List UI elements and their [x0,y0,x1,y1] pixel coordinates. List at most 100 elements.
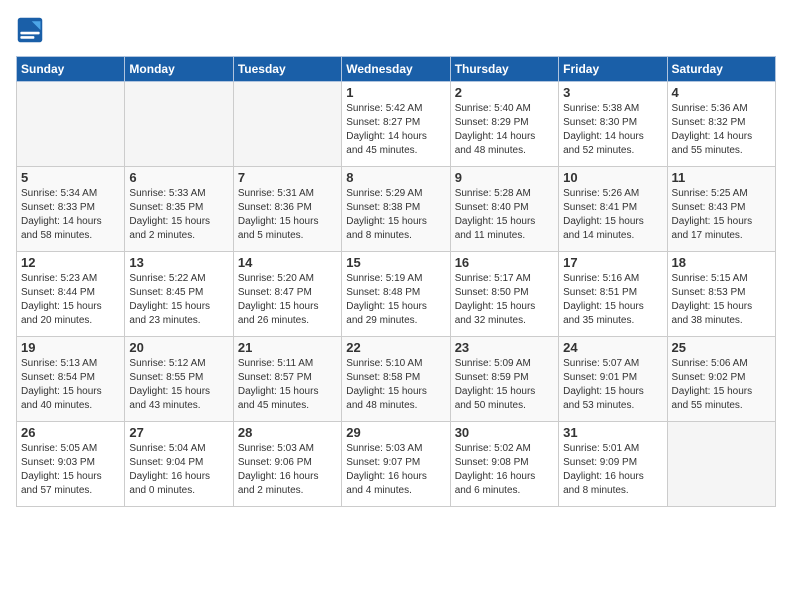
calendar-cell: 24 Sunrise: 5:07 AM Sunset: 9:01 PM Dayli… [559,337,667,422]
calendar-cell: 28 Sunrise: 5:03 AM Sunset: 9:06 PM Dayli… [233,422,341,507]
calendar-cell: 18 Sunrise: 5:15 AM Sunset: 8:53 PM Dayli… [667,252,775,337]
day-number: 30 [455,425,554,440]
calendar-cell: 20 Sunrise: 5:12 AM Sunset: 8:55 PM Dayli… [125,337,233,422]
weekday-header-monday: Monday [125,57,233,82]
day-info: Sunrise: 5:19 AM Sunset: 8:48 PM Dayligh… [346,272,445,328]
calendar-cell: 23 Sunrise: 5:09 AM Sunset: 8:59 PM Dayli… [450,337,558,422]
day-number: 2 [455,85,554,100]
calendar-cell: 21 Sunrise: 5:11 AM Sunset: 8:57 PM Dayli… [233,337,341,422]
calendar-cell: 27Sunrise: 5:04 AM Sunset: 9:04 PM Dayli… [125,422,233,507]
day-number: 20 [129,340,228,355]
day-number: 25 [672,340,771,355]
day-info: Sunrise: 5:12 AM Sunset: 8:55 PM Dayligh… [129,357,228,413]
day-info: Sunrise: 5:29 AM Sunset: 8:38 PM Dayligh… [346,187,445,243]
day-info: Sunrise: 5:03 AM Sunset: 9:07 PM Dayligh… [346,442,445,498]
calendar-cell: 31Sunrise: 5:01 AM Sunset: 9:09 PM Dayli… [559,422,667,507]
day-info: Sunrise: 5:02 AM Sunset: 9:08 PM Dayligh… [455,442,554,498]
day-info: Sunrise: 5:25 AM Sunset: 8:43 PM Dayligh… [672,187,771,243]
week-row-2: 5 Sunrise: 5:34 AM Sunset: 8:33 PM Daylig… [17,167,776,252]
calendar-table: SundayMondayTuesdayWednesdayThursdayFrid… [16,56,776,507]
day-number: 10 [563,170,662,185]
day-number: 12 [21,255,120,270]
day-info: Sunrise: 5:10 AM Sunset: 8:58 PM Dayligh… [346,357,445,413]
day-number: 1 [346,85,445,100]
calendar-cell: 6 Sunrise: 5:33 AM Sunset: 8:35 PM Daylig… [125,167,233,252]
day-number: 22 [346,340,445,355]
day-number: 17 [563,255,662,270]
day-info: Sunrise: 5:26 AM Sunset: 8:41 PM Dayligh… [563,187,662,243]
calendar-cell: 1 Sunrise: 5:42 AM Sunset: 8:27 PM Daylig… [342,82,450,167]
day-number: 4 [672,85,771,100]
calendar-cell: 12Sunrise: 5:23 AM Sunset: 8:44 PM Dayli… [17,252,125,337]
day-info: Sunrise: 5:15 AM Sunset: 8:53 PM Dayligh… [672,272,771,328]
day-number: 16 [455,255,554,270]
calendar-cell [233,82,341,167]
calendar-cell: 9 Sunrise: 5:28 AM Sunset: 8:40 PM Daylig… [450,167,558,252]
day-number: 23 [455,340,554,355]
day-number: 15 [346,255,445,270]
day-info: Sunrise: 5:05 AM Sunset: 9:03 PM Dayligh… [21,442,120,498]
day-info: Sunrise: 5:34 AM Sunset: 8:33 PM Dayligh… [21,187,120,243]
weekday-header-sunday: Sunday [17,57,125,82]
day-number: 9 [455,170,554,185]
day-number: 24 [563,340,662,355]
day-number: 3 [563,85,662,100]
day-info: Sunrise: 5:13 AM Sunset: 8:54 PM Dayligh… [21,357,120,413]
calendar-cell: 19Sunrise: 5:13 AM Sunset: 8:54 PM Dayli… [17,337,125,422]
calendar-cell: 17 Sunrise: 5:16 AM Sunset: 8:51 PM Dayli… [559,252,667,337]
day-info: Sunrise: 5:06 AM Sunset: 9:02 PM Dayligh… [672,357,771,413]
week-row-4: 19Sunrise: 5:13 AM Sunset: 8:54 PM Dayli… [17,337,776,422]
calendar-cell: 29 Sunrise: 5:03 AM Sunset: 9:07 PM Dayli… [342,422,450,507]
calendar-cell: 5 Sunrise: 5:34 AM Sunset: 8:33 PM Daylig… [17,167,125,252]
calendar-cell: 8Sunrise: 5:29 AM Sunset: 8:38 PM Daylig… [342,167,450,252]
day-info: Sunrise: 5:20 AM Sunset: 8:47 PM Dayligh… [238,272,337,328]
calendar-cell: 10 Sunrise: 5:26 AM Sunset: 8:41 PM Dayli… [559,167,667,252]
day-number: 26 [21,425,120,440]
day-info: Sunrise: 5:03 AM Sunset: 9:06 PM Dayligh… [238,442,337,498]
calendar-cell: 11 Sunrise: 5:25 AM Sunset: 8:43 PM Dayli… [667,167,775,252]
day-info: Sunrise: 5:31 AM Sunset: 8:36 PM Dayligh… [238,187,337,243]
day-info: Sunrise: 5:07 AM Sunset: 9:01 PM Dayligh… [563,357,662,413]
day-number: 28 [238,425,337,440]
day-number: 14 [238,255,337,270]
day-info: Sunrise: 5:11 AM Sunset: 8:57 PM Dayligh… [238,357,337,413]
day-info: Sunrise: 5:42 AM Sunset: 8:27 PM Dayligh… [346,102,445,158]
calendar-cell: 30 Sunrise: 5:02 AM Sunset: 9:08 PM Dayli… [450,422,558,507]
day-info: Sunrise: 5:28 AM Sunset: 8:40 PM Dayligh… [455,187,554,243]
week-row-3: 12Sunrise: 5:23 AM Sunset: 8:44 PM Dayli… [17,252,776,337]
calendar-cell: 26 Sunrise: 5:05 AM Sunset: 9:03 PM Dayli… [17,422,125,507]
calendar-cell: 2Sunrise: 5:40 AM Sunset: 8:29 PM Daylig… [450,82,558,167]
day-number: 6 [129,170,228,185]
day-info: Sunrise: 5:04 AM Sunset: 9:04 PM Dayligh… [129,442,228,498]
day-info: Sunrise: 5:38 AM Sunset: 8:30 PM Dayligh… [563,102,662,158]
calendar-cell: 7 Sunrise: 5:31 AM Sunset: 8:36 PM Daylig… [233,167,341,252]
weekday-header-saturday: Saturday [667,57,775,82]
day-info: Sunrise: 5:36 AM Sunset: 8:32 PM Dayligh… [672,102,771,158]
weekday-header-thursday: Thursday [450,57,558,82]
day-number: 31 [563,425,662,440]
calendar-cell: 13Sunrise: 5:22 AM Sunset: 8:45 PM Dayli… [125,252,233,337]
calendar-cell: 4 Sunrise: 5:36 AM Sunset: 8:32 PM Daylig… [667,82,775,167]
calendar-cell: 14 Sunrise: 5:20 AM Sunset: 8:47 PM Dayli… [233,252,341,337]
calendar-cell: 3 Sunrise: 5:38 AM Sunset: 8:30 PM Daylig… [559,82,667,167]
weekday-header-wednesday: Wednesday [342,57,450,82]
day-number: 7 [238,170,337,185]
day-number: 5 [21,170,120,185]
calendar-cell [667,422,775,507]
calendar-cell [17,82,125,167]
day-info: Sunrise: 5:09 AM Sunset: 8:59 PM Dayligh… [455,357,554,413]
calendar-cell: 22 Sunrise: 5:10 AM Sunset: 8:58 PM Dayli… [342,337,450,422]
calendar-cell: 16 Sunrise: 5:17 AM Sunset: 8:50 PM Dayli… [450,252,558,337]
day-number: 13 [129,255,228,270]
week-row-1: 1 Sunrise: 5:42 AM Sunset: 8:27 PM Daylig… [17,82,776,167]
calendar-cell: 25 Sunrise: 5:06 AM Sunset: 9:02 PM Dayli… [667,337,775,422]
day-info: Sunrise: 5:17 AM Sunset: 8:50 PM Dayligh… [455,272,554,328]
day-info: Sunrise: 5:16 AM Sunset: 8:51 PM Dayligh… [563,272,662,328]
day-number: 11 [672,170,771,185]
day-number: 21 [238,340,337,355]
day-number: 18 [672,255,771,270]
day-number: 29 [346,425,445,440]
weekday-header-tuesday: Tuesday [233,57,341,82]
weekday-header-friday: Friday [559,57,667,82]
day-info: Sunrise: 5:33 AM Sunset: 8:35 PM Dayligh… [129,187,228,243]
